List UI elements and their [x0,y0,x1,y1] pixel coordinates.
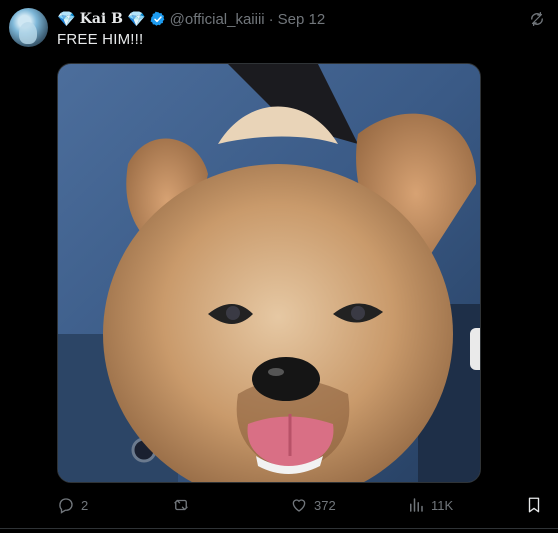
reply-button[interactable]: 2 [57,494,88,516]
display-name[interactable]: Kai B [80,11,123,27]
name-prefix-emoji: 💎 [57,11,76,28]
tweet-text: FREE HIM!!! [57,31,144,48]
timestamp[interactable]: Sep 12 [278,11,326,28]
separator-dot: · [268,10,274,28]
sync-icon[interactable] [528,10,546,28]
reply-icon [59,498,73,514]
dog-photo [58,64,480,482]
views-button[interactable]: 11K [407,494,453,516]
tweet-media-image[interactable] [57,63,481,483]
like-button[interactable]: 372 [290,494,336,516]
like-count: 372 [314,497,336,513]
tweet-header: 💎 Kai B 💎 @official_kaiiii · Sep 12 [57,9,325,29]
tweet-actions: 2 372 11K [57,494,547,516]
retweet-button[interactable] [172,494,196,516]
handle[interactable]: @official_kaiiii [170,11,265,28]
verified-badge-icon [150,11,164,26]
bookmark-button[interactable] [525,494,543,516]
divider [0,528,558,529]
reply-count: 2 [81,497,89,513]
avatar[interactable] [9,8,48,47]
views-chart-icon [410,498,423,512]
retweet-icon [174,499,188,511]
name-suffix-emoji: 💎 [126,11,146,28]
heart-icon [292,499,306,512]
carousel-edge-indicator [470,328,480,370]
bookmark-icon [528,497,540,513]
views-count: 11K [431,497,454,513]
